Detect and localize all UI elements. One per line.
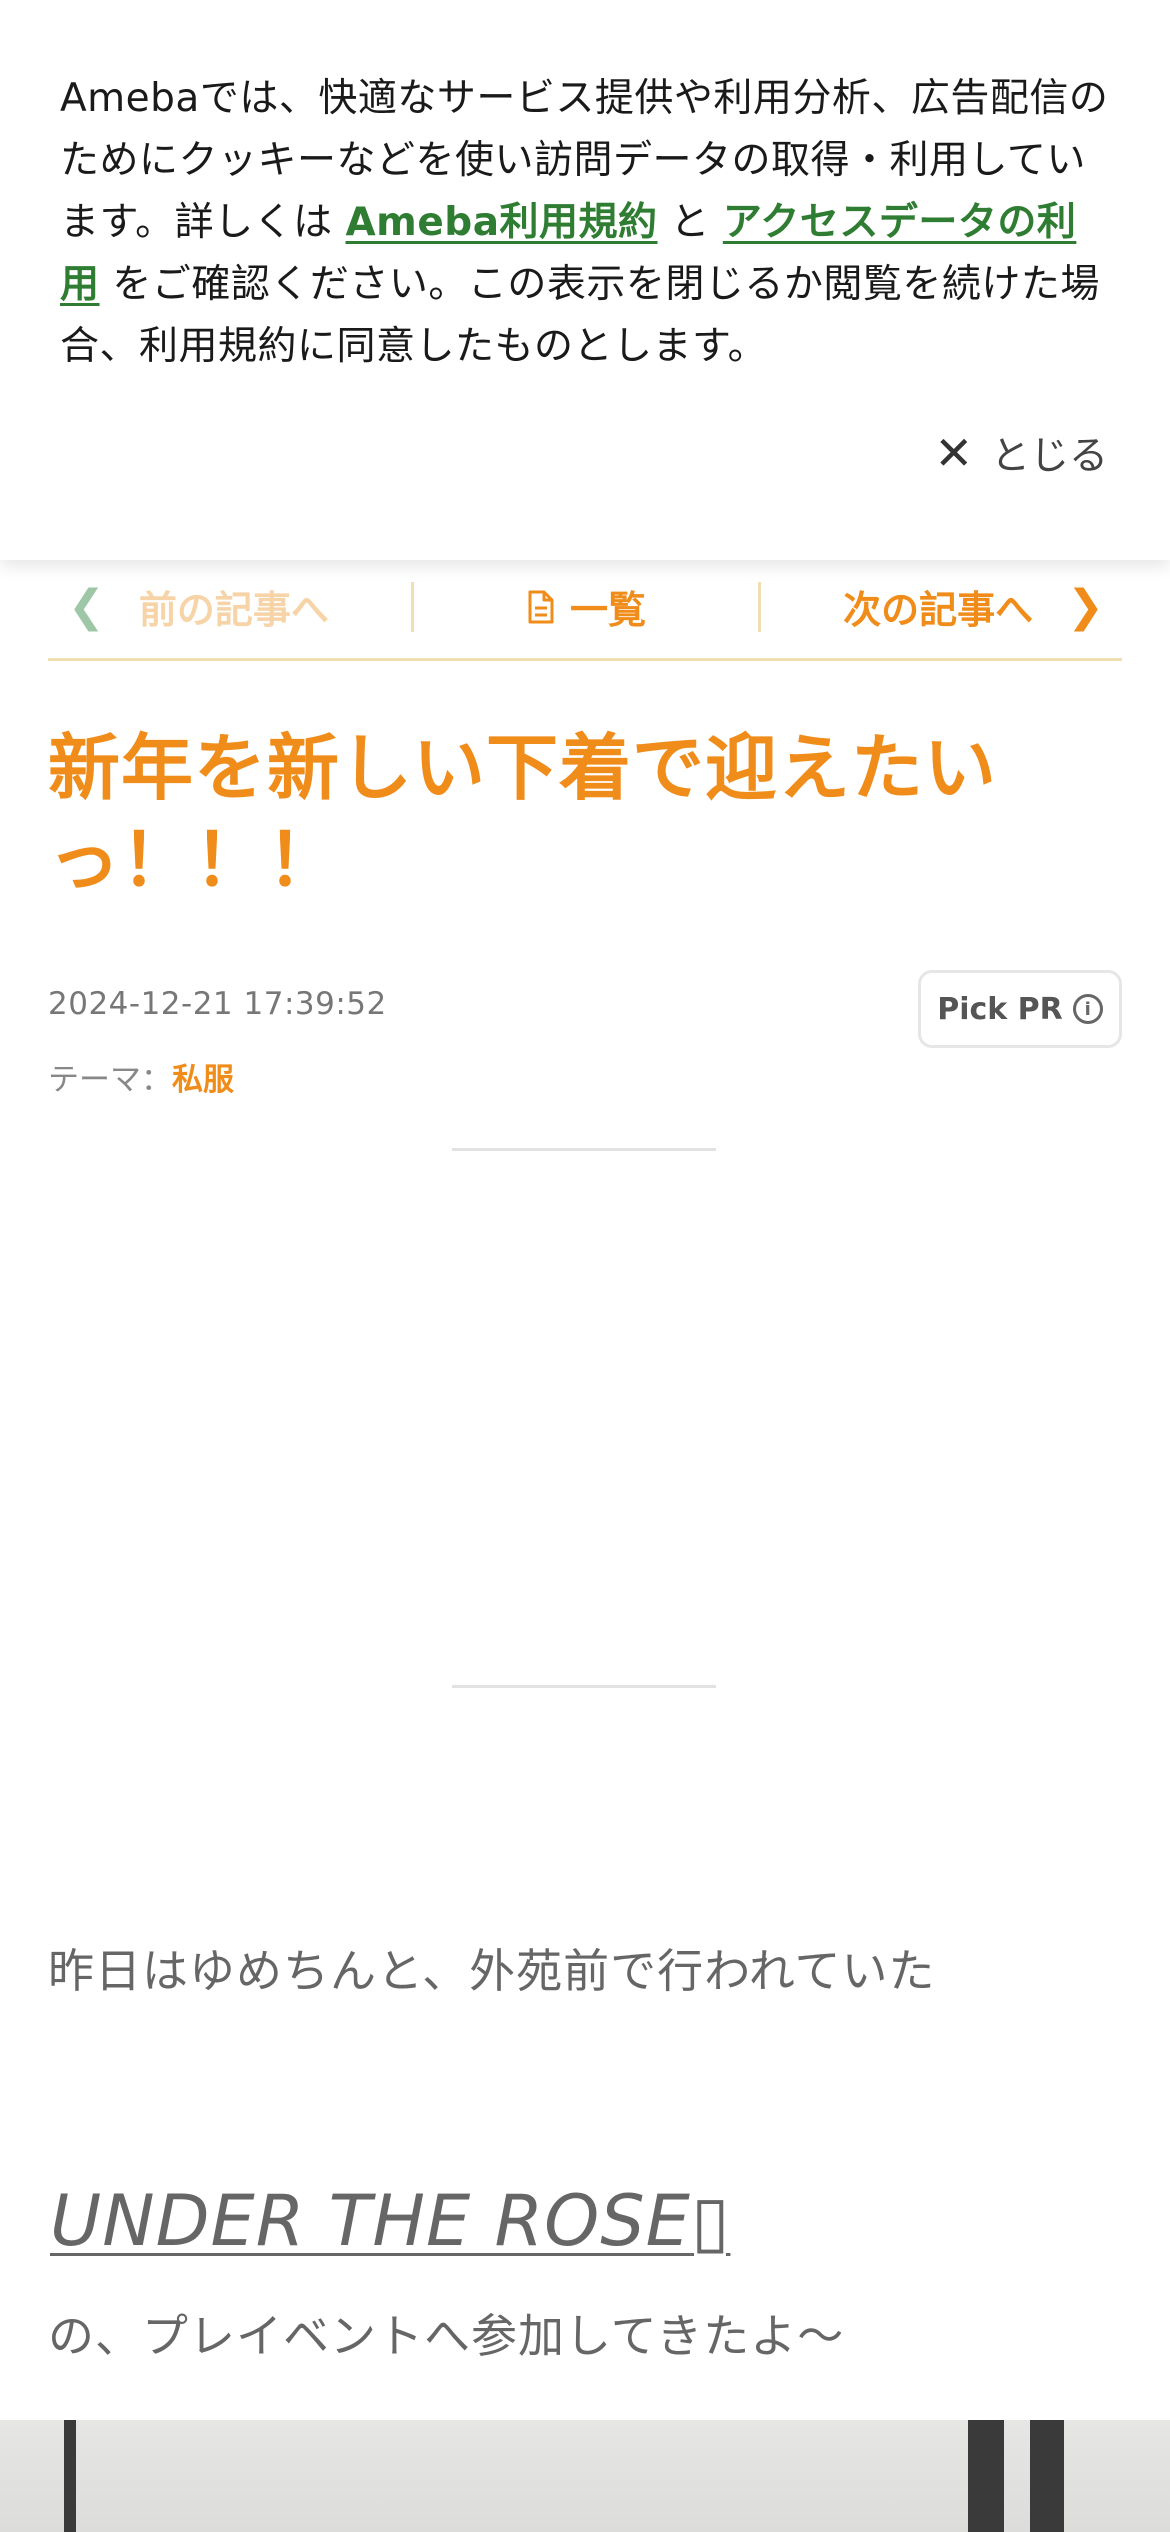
under-the-rose-link[interactable]: UNDER THE ROSE▯: [50, 2180, 730, 2262]
prev-article-button[interactable]: ❮ 前の記事へ: [48, 581, 411, 632]
photo-element: [64, 2420, 76, 2532]
terms-link[interactable]: Ameba利用規約: [346, 200, 658, 245]
article-list-button[interactable]: 一覧: [414, 582, 757, 632]
body-paragraph: 昨日はゆめちんと、外苑前で行われていた: [48, 1944, 936, 1998]
photo-element: [1030, 2420, 1064, 2532]
entry-photo: [0, 2420, 1170, 2532]
entry-date: 2024-12-21 17:39:52: [48, 986, 387, 1022]
next-article-label: 次の記事へ: [843, 588, 1034, 632]
cookie-consent-banner: Amebaでは、快適なサービス提供や利用分析、広告配信のためにクッキーなどを使い…: [0, 0, 1170, 560]
close-label: とじる: [990, 434, 1108, 479]
article-nav: ❮ 前の記事へ 一覧 次の記事へ ❯: [48, 555, 1122, 661]
prev-article-label: 前の記事へ: [138, 588, 329, 632]
theme-link[interactable]: 私服: [172, 1062, 234, 1098]
close-banner-button[interactable]: ✕ とじる: [934, 425, 1108, 481]
body-paragraph: の、プレイベントへ参加してきたよ〜: [48, 2309, 845, 2363]
info-icon: i: [1072, 994, 1103, 1024]
cookie-consent-text: Amebaでは、快適なサービス提供や利用分析、広告配信のためにクッキーなどを使い…: [60, 76, 1109, 369]
ad-divider-top: [452, 1148, 716, 1151]
next-article-button[interactable]: 次の記事へ ❯: [761, 581, 1122, 632]
pick-pr-button[interactable]: Pick PR i: [918, 970, 1122, 1048]
entry-theme: テーマ：私服: [48, 1054, 234, 1099]
entry-title: 新年を新しい下着で迎えたいっ！！！: [48, 726, 998, 902]
document-icon: [528, 590, 554, 623]
missing-glyph: ▯: [690, 2180, 731, 2262]
chevron-right-icon: ❯: [1067, 581, 1104, 632]
ad-divider-bottom: [452, 1685, 716, 1688]
chevron-left-icon: ❮: [68, 581, 105, 632]
pick-pr-label: Pick PR: [937, 991, 1063, 1027]
close-icon: ✕: [934, 426, 973, 480]
article-list-label: 一覧: [569, 588, 646, 632]
photo-element: [968, 2420, 1004, 2532]
theme-label: テーマ：: [48, 1062, 172, 1098]
